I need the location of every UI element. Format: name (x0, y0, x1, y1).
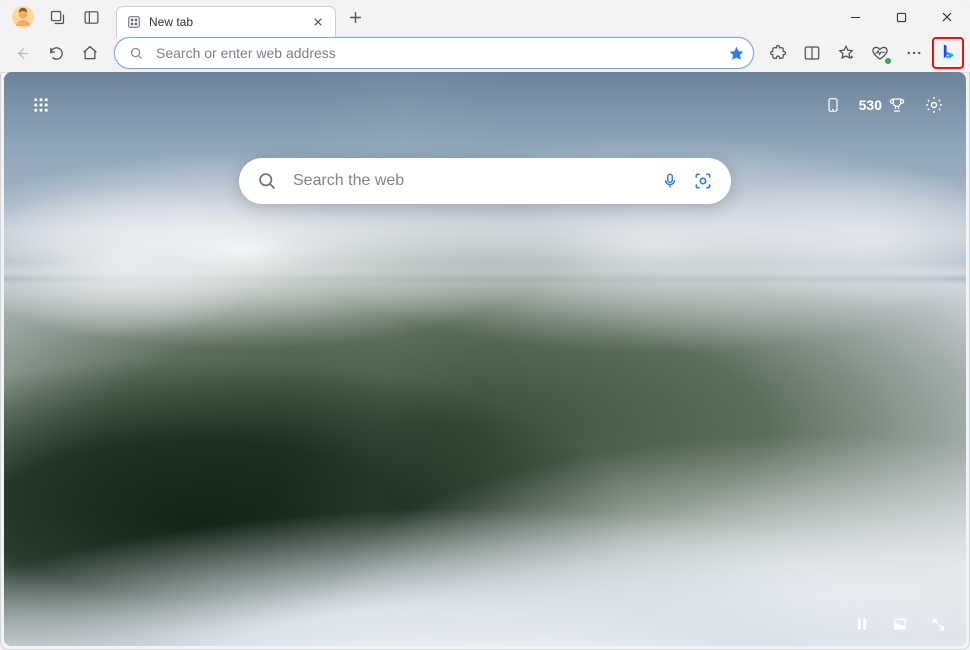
pause-button[interactable] (852, 614, 872, 634)
ntp-search-bar[interactable] (239, 158, 731, 204)
fullscreen-button[interactable] (928, 614, 948, 634)
refresh-icon (48, 45, 65, 62)
titlebar-left (0, 0, 108, 34)
more-menu-button[interactable] (898, 37, 930, 69)
bing-sidebar-highlight (932, 37, 964, 69)
minimize-icon (850, 12, 861, 23)
ntp-topbar: 530 (26, 90, 944, 120)
trophy-icon (888, 96, 906, 114)
bing-sidebar-button[interactable] (935, 40, 961, 66)
page-settings-button[interactable] (924, 95, 944, 115)
mobile-icon (825, 95, 841, 115)
refresh-button[interactable] (40, 37, 72, 69)
window-controls (832, 0, 970, 34)
visual-search-button[interactable] (693, 171, 713, 191)
microphone-icon (661, 171, 679, 191)
rewards-points: 530 (859, 97, 882, 113)
close-icon (313, 17, 323, 27)
minimize-button[interactable] (832, 0, 878, 34)
workspaces-icon (49, 9, 66, 26)
wallpaper-controls (852, 614, 948, 634)
favorites-button[interactable] (830, 37, 862, 69)
extensions-button[interactable] (762, 37, 794, 69)
tab-close-button[interactable] (309, 13, 327, 31)
card-icon (892, 616, 908, 632)
titlebar: New tab (0, 0, 970, 34)
scan-icon (693, 171, 713, 191)
close-window-button[interactable] (924, 0, 970, 34)
puzzle-icon (769, 44, 787, 62)
ntp-content: 530 (4, 72, 966, 646)
address-input[interactable] (154, 44, 722, 62)
vertical-tabs-button[interactable] (74, 0, 108, 34)
workspaces-button[interactable] (40, 0, 74, 34)
split-icon (803, 44, 821, 62)
search-icon (257, 171, 277, 191)
star-add-icon (837, 44, 855, 62)
split-screen-button[interactable] (796, 37, 828, 69)
close-icon (941, 11, 953, 23)
browser-essentials-button[interactable] (864, 37, 896, 69)
new-tab-button[interactable] (340, 2, 370, 32)
bing-icon (938, 43, 958, 63)
edit-wallpaper-button[interactable] (890, 614, 910, 634)
toolbar (0, 34, 970, 73)
ntp-top-right: 530 (825, 95, 944, 115)
favorite-button[interactable] (728, 45, 745, 62)
ellipsis-icon (905, 44, 923, 62)
pause-icon (855, 617, 869, 631)
address-bar[interactable] (114, 37, 754, 69)
mobile-button[interactable] (825, 95, 841, 115)
star-icon (728, 45, 745, 62)
search-icon (129, 46, 144, 61)
browser-window: New tab (0, 0, 970, 650)
maximize-icon (896, 12, 907, 23)
app-launcher-button[interactable] (26, 90, 56, 120)
rewards-button[interactable]: 530 (859, 96, 906, 114)
ntp-search-input[interactable] (291, 171, 661, 191)
maximize-button[interactable] (878, 0, 924, 34)
arrow-left-icon (14, 45, 31, 62)
tab-active[interactable]: New tab (116, 6, 336, 37)
back-button[interactable] (6, 37, 38, 69)
tab-title: New tab (149, 15, 301, 29)
plus-icon (349, 11, 362, 24)
panel-icon (83, 9, 100, 26)
status-dot (885, 58, 891, 64)
grid-icon (32, 96, 50, 114)
home-icon (81, 44, 99, 62)
profile-avatar[interactable] (6, 0, 40, 34)
voice-search-button[interactable] (661, 171, 679, 191)
avatar-icon (12, 6, 34, 28)
home-button[interactable] (74, 37, 106, 69)
expand-icon (931, 617, 946, 632)
gear-icon (924, 95, 944, 115)
ntp-favicon (127, 15, 141, 29)
